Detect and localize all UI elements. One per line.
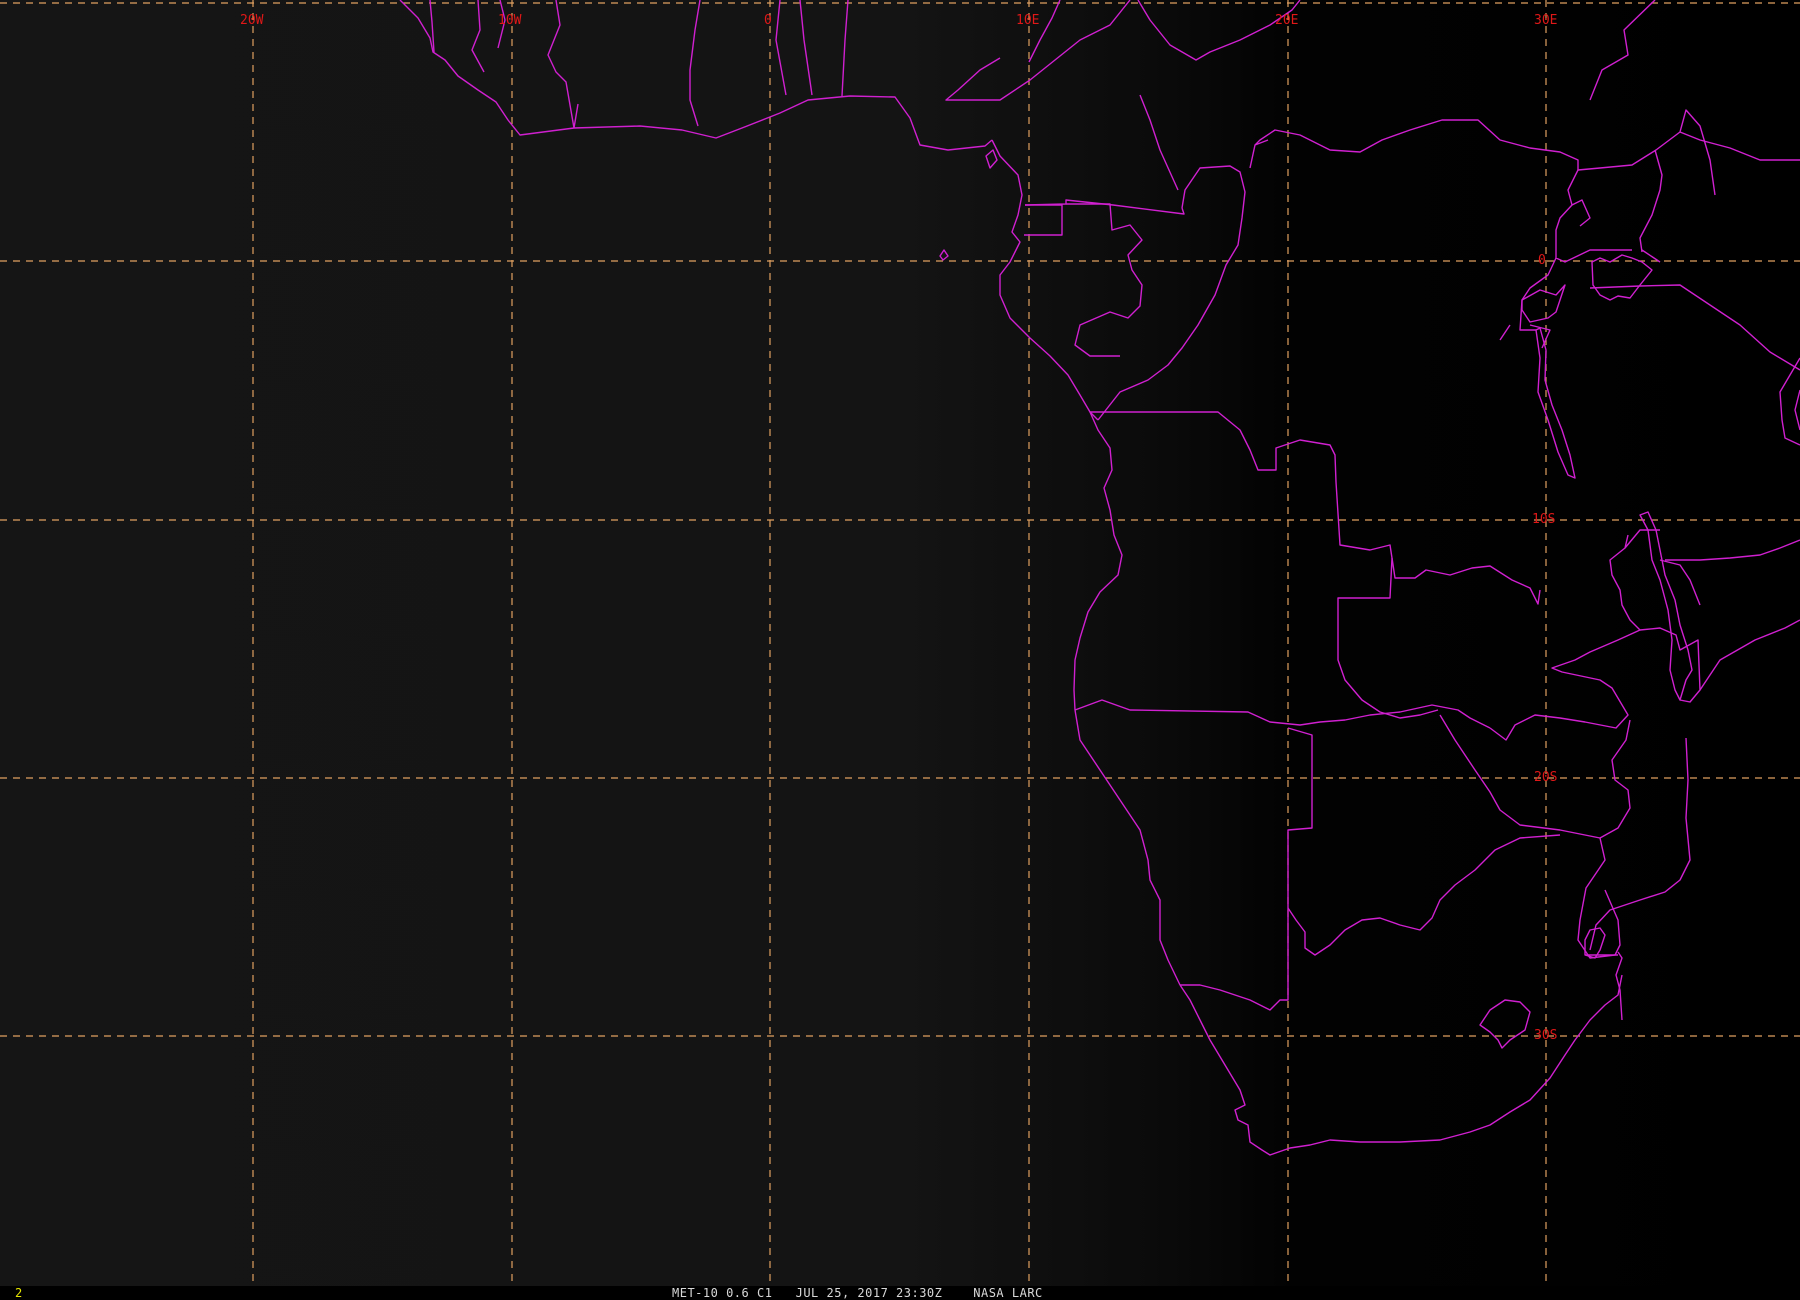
lat-label-10s: 10S: [1532, 512, 1555, 527]
lat-label-0: 0: [1538, 253, 1546, 268]
lat-label-20s: 20S: [1534, 770, 1557, 785]
satellite-imagery: [0, 0, 1800, 1286]
image-caption: MET-10 0.6 C1 JUL 25, 2017 23:30Z NASA L…: [672, 1286, 1043, 1300]
lon-label-10e: 10E: [1016, 13, 1039, 28]
lat-label-30s: 30S: [1534, 1028, 1557, 1043]
lon-label-0: 0: [764, 13, 772, 28]
frame-number: 2: [15, 1286, 23, 1300]
lon-label-30e: 30E: [1534, 13, 1557, 28]
satellite-image-viewer[interactable]: 20W 10W 0 10E 20E 30E 0 10S 20S 30S 2 ME…: [0, 0, 1800, 1300]
map-canvas: 20W 10W 0 10E 20E 30E 0 10S 20S 30S: [0, 0, 1800, 1286]
lon-label-20e: 20E: [1275, 13, 1298, 28]
lon-label-10w: 10W: [498, 13, 522, 28]
lon-label-20w: 20W: [240, 13, 264, 28]
